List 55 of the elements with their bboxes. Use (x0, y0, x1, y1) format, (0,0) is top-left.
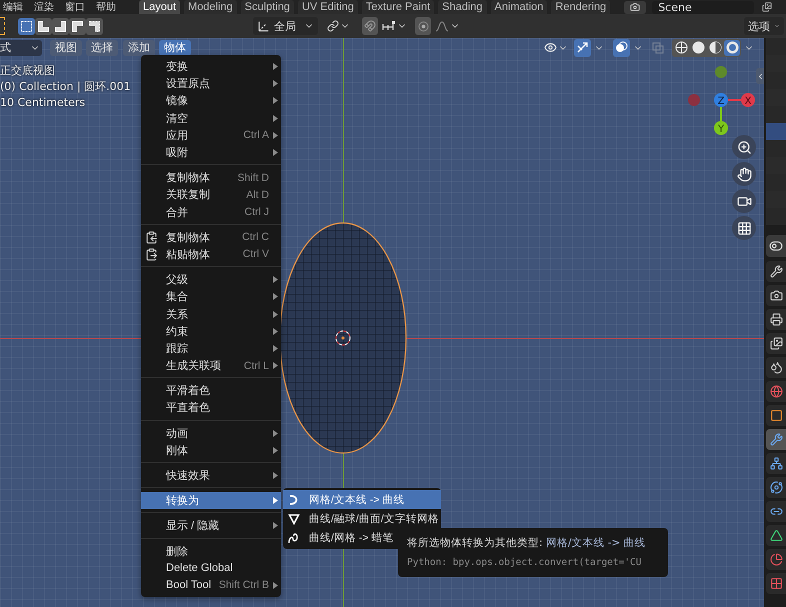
scene-field[interactable]: Scene (652, 0, 754, 14)
menu-item[interactable]: 曲线/融球/曲面/文字转网格 (283, 509, 441, 528)
menu-item[interactable]: 动画 (141, 424, 281, 442)
menu-item[interactable]: 生成关联项 Ctrl L (141, 357, 281, 374)
menu-item[interactable]: 平滑着色 (141, 382, 281, 400)
workspace-tab[interactable]: Modeling (184, 0, 237, 14)
menu-item[interactable]: 转换为 (141, 492, 281, 510)
header-menu[interactable]: 物体 (159, 40, 191, 56)
menu-item[interactable]: 复制物体 Ctrl C (141, 228, 281, 246)
workspace-tab[interactable]: Rendering (551, 0, 610, 14)
menu-item[interactable]: 镜像 (141, 92, 281, 110)
tooltip-description: 将所选物体转换为其他类型: 网格/文本线 -> 曲线 (407, 536, 646, 550)
z-axis-handle[interactable]: Z (714, 93, 728, 107)
menu-item[interactable]: 编辑 (3, 0, 23, 14)
menu-item[interactable]: 跟踪 (141, 340, 281, 357)
menu-item[interactable]: 合并 Ctrl J (141, 204, 281, 221)
menu-item[interactable]: 变换 (141, 58, 281, 76)
menu-item[interactable]: 网格/文本线 -> 曲线 (283, 490, 441, 509)
menu-item[interactable]: 应用 Ctrl A (141, 126, 281, 144)
menu-item[interactable]: 父级 (141, 271, 281, 288)
menu-item[interactable]: 约束 (141, 322, 281, 340)
menu-item[interactable]: 快速效果 (141, 466, 281, 484)
workspace-tab[interactable]: Texture Paint (362, 0, 434, 14)
menu-item[interactable]: 窗口 (65, 0, 85, 14)
viewport-info-text: 正交底视图 (0, 64, 56, 78)
menu-item[interactable]: 关联复制 Alt D (141, 186, 281, 204)
python-command-text: Python: bpy.ops.object.convert(target='CU (407, 556, 642, 569)
menu-item[interactable]: 关系 (141, 305, 281, 323)
menu-item[interactable]: 刚体 (141, 442, 281, 459)
orientation-dropdown[interactable]: 全局 (253, 17, 318, 35)
menu-item[interactable]: 平直着色 (141, 399, 281, 417)
menu-item[interactable]: Delete Global (141, 560, 281, 577)
viewport-info-text: 10 Centimeters (0, 96, 86, 110)
menu-item[interactable]: 帮助 (96, 0, 116, 14)
menu-item[interactable]: 清空 (141, 110, 281, 127)
menu-item[interactable]: 设置原点 (141, 75, 281, 92)
menu-item[interactable]: 吸附 (141, 144, 281, 162)
menu-item[interactable]: 删除 (141, 542, 281, 560)
options-dropdown[interactable]: 选项 (744, 17, 784, 35)
menu-item[interactable]: Bool Tool Shift Ctrl B (141, 576, 281, 594)
header-menu[interactable]: 视图 (50, 40, 82, 56)
header-menu[interactable]: 选择 (86, 40, 118, 56)
menu-item[interactable]: 集合 (141, 288, 281, 306)
menu-item[interactable]: 复制物体 Shift D (141, 169, 281, 186)
header-menu[interactable]: 添加 (123, 40, 155, 56)
workspace-tab[interactable]: Shading (438, 0, 486, 14)
menu-item[interactable]: 渲染 (34, 0, 54, 14)
workspace-tab[interactable]: Animation (490, 0, 548, 14)
menu-item[interactable]: 显示 / 隐藏 (141, 517, 281, 534)
workspace-tab[interactable]: Sculpting (240, 0, 294, 14)
viewport-info-text: (0) Collection | 圆环.001 (0, 80, 131, 94)
workspace-tab[interactable]: UV Editing (298, 0, 358, 14)
workspace-tab[interactable]: Layout (139, 0, 180, 14)
mode-dropdown[interactable]: 式 (0, 40, 42, 56)
menu-item[interactable]: 粘贴物体 Ctrl V (141, 246, 281, 264)
